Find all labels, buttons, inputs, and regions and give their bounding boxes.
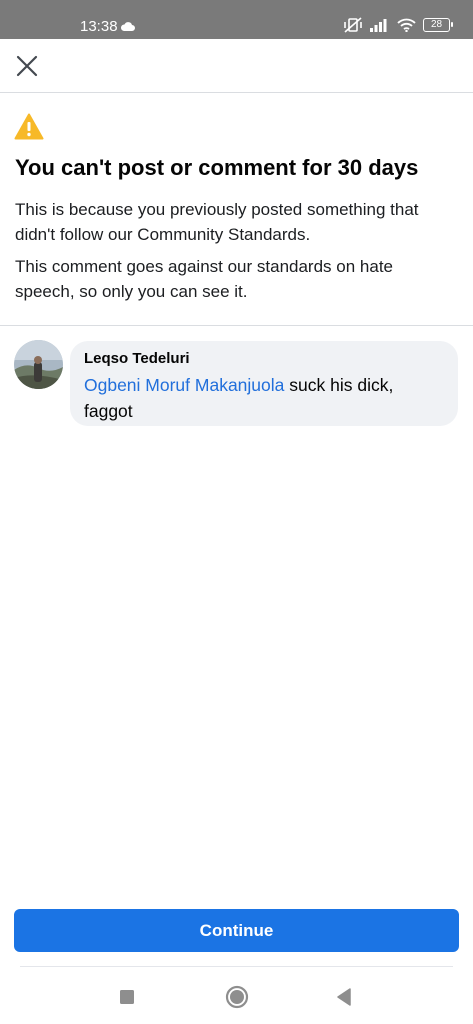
wifi-icon [397, 18, 416, 32]
comment-author[interactable]: Leqso Tedeluri [84, 349, 444, 369]
vibrate-off-icon [344, 17, 362, 33]
status-icons: 28 [343, 17, 453, 33]
system-nav-bar [0, 972, 473, 1024]
cloud-icon [120, 22, 135, 31]
back-button[interactable] [331, 984, 357, 1010]
battery-icon: 28 [423, 18, 453, 32]
top-bar [0, 39, 473, 93]
comment-bubble: Leqso Tedeluri Ogbeni Moruf Makanjuola s… [70, 341, 458, 426]
square-icon [120, 990, 134, 1004]
status-time: 13:38 [80, 18, 118, 35]
continue-button[interactable]: Continue [14, 909, 459, 952]
comment-text: Ogbeni Moruf Makanjuola suck his dick, f… [84, 372, 444, 424]
warning-icon [14, 113, 44, 140]
signal-icon [370, 19, 387, 32]
comment-mention[interactable]: Ogbeni Moruf Makanjuola [84, 375, 284, 395]
standards-text: This comment goes against our standards … [15, 257, 393, 301]
close-button[interactable] [12, 51, 42, 81]
recent-apps-button[interactable] [114, 984, 140, 1010]
page-title: You can't post or comment for 30 days [15, 155, 419, 180]
close-icon [16, 55, 38, 77]
circle-icon [225, 985, 249, 1009]
avatar [14, 340, 63, 389]
bottom-divider [20, 966, 453, 967]
home-button[interactable] [224, 984, 250, 1010]
divider [0, 325, 473, 326]
back-triangle-icon [337, 988, 351, 1006]
status-bar: 13:38 28 [0, 0, 473, 39]
explanation-text: This is because you previously posted so… [15, 200, 419, 244]
